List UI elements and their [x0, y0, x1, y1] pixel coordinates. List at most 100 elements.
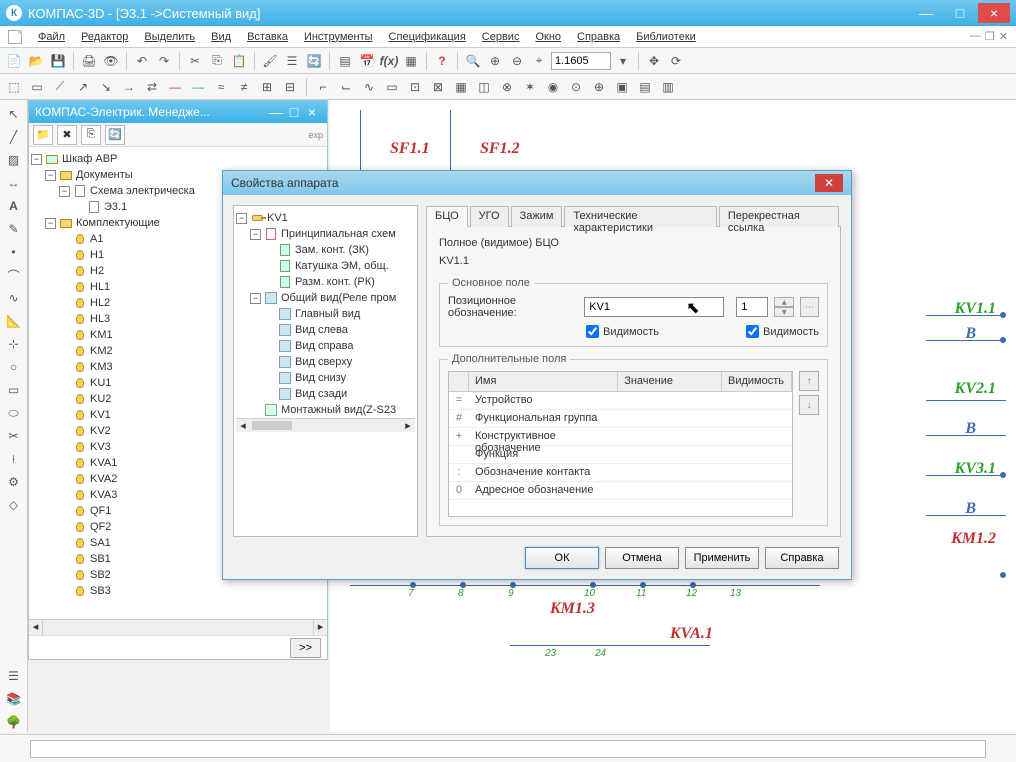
tool-icon[interactable]: ◫: [474, 77, 494, 97]
expand-icon[interactable]: −: [59, 186, 70, 197]
dtree-item[interactable]: Зам. конт. (ЗК): [236, 242, 415, 258]
tool-icon[interactable]: —: [188, 77, 208, 97]
expand-icon[interactable]: [264, 245, 275, 256]
redo-icon[interactable]: ↷: [154, 51, 174, 71]
visibility-check-1[interactable]: Видимость: [586, 325, 659, 338]
tool-icon[interactable]: —: [165, 77, 185, 97]
expand-icon[interactable]: −: [250, 293, 261, 304]
dtree-view[interactable]: Вид сзади: [236, 386, 415, 402]
expand-icon[interactable]: [264, 341, 275, 352]
grid-row[interactable]: #Функциональная группа: [449, 410, 792, 428]
mdi-restore[interactable]: ❐: [985, 30, 995, 43]
layers-icon[interactable]: ▤: [335, 51, 355, 71]
tool-icon[interactable]: ⊟: [280, 77, 300, 97]
minimize-button[interactable]: —: [910, 3, 942, 23]
pan-icon[interactable]: ✥: [644, 51, 664, 71]
expand-icon[interactable]: [59, 346, 70, 357]
dtree-item[interactable]: Разм. конт. (РК): [236, 274, 415, 290]
help-button[interactable]: Справка: [765, 547, 839, 569]
expand-icon[interactable]: [59, 314, 70, 325]
expand-icon[interactable]: [59, 490, 70, 501]
cursor-icon[interactable]: ↖: [3, 104, 25, 124]
text-icon[interactable]: A: [3, 196, 25, 216]
tree-icon[interactable]: 🌳: [3, 712, 25, 732]
menu-window[interactable]: Окно: [529, 29, 567, 45]
trim-icon[interactable]: ✂: [3, 426, 25, 446]
expand-icon[interactable]: [59, 250, 70, 261]
tree-item[interactable]: SB3: [31, 583, 325, 599]
panel-minimize[interactable]: —: [267, 104, 285, 120]
menu-insert[interactable]: Вставка: [241, 29, 294, 45]
tool-icon[interactable]: ⊙: [566, 77, 586, 97]
panel-refresh-icon[interactable]: 🔄: [105, 125, 125, 145]
panel-add-icon[interactable]: 📁: [33, 125, 53, 145]
dtree-view[interactable]: Главный вид: [236, 306, 415, 322]
expand-icon[interactable]: [250, 405, 261, 416]
brush-icon[interactable]: 🖌: [260, 51, 280, 71]
ok-button[interactable]: ОК: [525, 547, 599, 569]
expand-icon[interactable]: [264, 309, 275, 320]
expand-icon[interactable]: [59, 570, 70, 581]
new-icon[interactable]: 📄: [4, 51, 24, 71]
rebuild-icon[interactable]: ⟳: [666, 51, 686, 71]
panel-hscroll[interactable]: ◂ ▸: [29, 619, 327, 635]
refresh-icon[interactable]: 🔄: [304, 51, 324, 71]
position-number-input[interactable]: [736, 297, 768, 317]
dtree-root[interactable]: −KV1: [236, 210, 415, 226]
save-icon[interactable]: 💾: [48, 51, 68, 71]
expand-icon[interactable]: [59, 330, 70, 341]
spin-up[interactable]: ▴: [774, 297, 794, 307]
expand-icon[interactable]: [59, 426, 70, 437]
expand-icon[interactable]: [264, 261, 275, 272]
tool-icon[interactable]: ▤: [635, 77, 655, 97]
spin-down[interactable]: ▾: [774, 307, 794, 317]
dim-icon[interactable]: ↔: [3, 173, 25, 193]
misc-icon[interactable]: ◇: [3, 495, 25, 515]
expand-icon[interactable]: −: [250, 229, 261, 240]
expand-icon[interactable]: −: [45, 218, 56, 229]
tab-clamp[interactable]: Зажим: [511, 206, 563, 227]
expand-icon[interactable]: [59, 266, 70, 277]
mdi-close[interactable]: ✕: [999, 30, 1008, 43]
dtree-view[interactable]: Вид сверху: [236, 354, 415, 370]
expand-icon[interactable]: [59, 234, 70, 245]
dialog-tree[interactable]: −KV1−Принципиальная схемЗам. конт. (ЗК)К…: [233, 205, 418, 537]
grid-row[interactable]: 0Адресное обозначение: [449, 482, 792, 500]
rect-icon[interactable]: ▭: [3, 380, 25, 400]
expand-icon[interactable]: [264, 357, 275, 368]
circle-icon[interactable]: ○: [3, 357, 25, 377]
expand-icon[interactable]: [264, 373, 275, 384]
expand-icon[interactable]: [59, 394, 70, 405]
close-button[interactable]: ×: [978, 3, 1010, 23]
dialog-close-button[interactable]: ✕: [815, 174, 843, 192]
tool-icon[interactable]: ≠: [234, 77, 254, 97]
hatch-icon[interactable]: ▨: [3, 150, 25, 170]
tool-icon[interactable]: ⊞: [257, 77, 277, 97]
zoom-out-icon[interactable]: ⊖: [507, 51, 527, 71]
apply-button[interactable]: Применить: [685, 547, 759, 569]
dtree-view[interactable]: Вид слева: [236, 322, 415, 338]
menu-select[interactable]: Выделить: [138, 29, 201, 45]
panel-copy-icon[interactable]: ⎘: [81, 125, 101, 145]
paste-icon[interactable]: 📋: [229, 51, 249, 71]
expand-icon[interactable]: −: [236, 213, 247, 224]
expand-icon[interactable]: [59, 458, 70, 469]
expand-icon[interactable]: [59, 362, 70, 373]
expand-icon[interactable]: [59, 378, 70, 389]
expand-icon[interactable]: [59, 506, 70, 517]
calc-icon[interactable]: 📅: [357, 51, 377, 71]
tool-icon[interactable]: ⇄: [142, 77, 162, 97]
expand-icon[interactable]: [59, 538, 70, 549]
panel-close[interactable]: ×: [303, 104, 321, 120]
tool-icon[interactable]: ⟋: [50, 77, 70, 97]
visibility-checkbox-1[interactable]: [586, 325, 599, 338]
tool-icon[interactable]: ◉: [543, 77, 563, 97]
menu-view[interactable]: Вид: [205, 29, 237, 45]
dialog-tree-hscroll[interactable]: ◂▸: [236, 418, 415, 432]
grid-row[interactable]: =Устройство: [449, 392, 792, 410]
menu-spec[interactable]: Спецификация: [383, 29, 472, 45]
cut-icon[interactable]: ✂: [185, 51, 205, 71]
options-button[interactable]: ⋯: [800, 297, 819, 317]
tab-ugo[interactable]: УГО: [470, 206, 509, 227]
tool-icon[interactable]: ⌙: [336, 77, 356, 97]
